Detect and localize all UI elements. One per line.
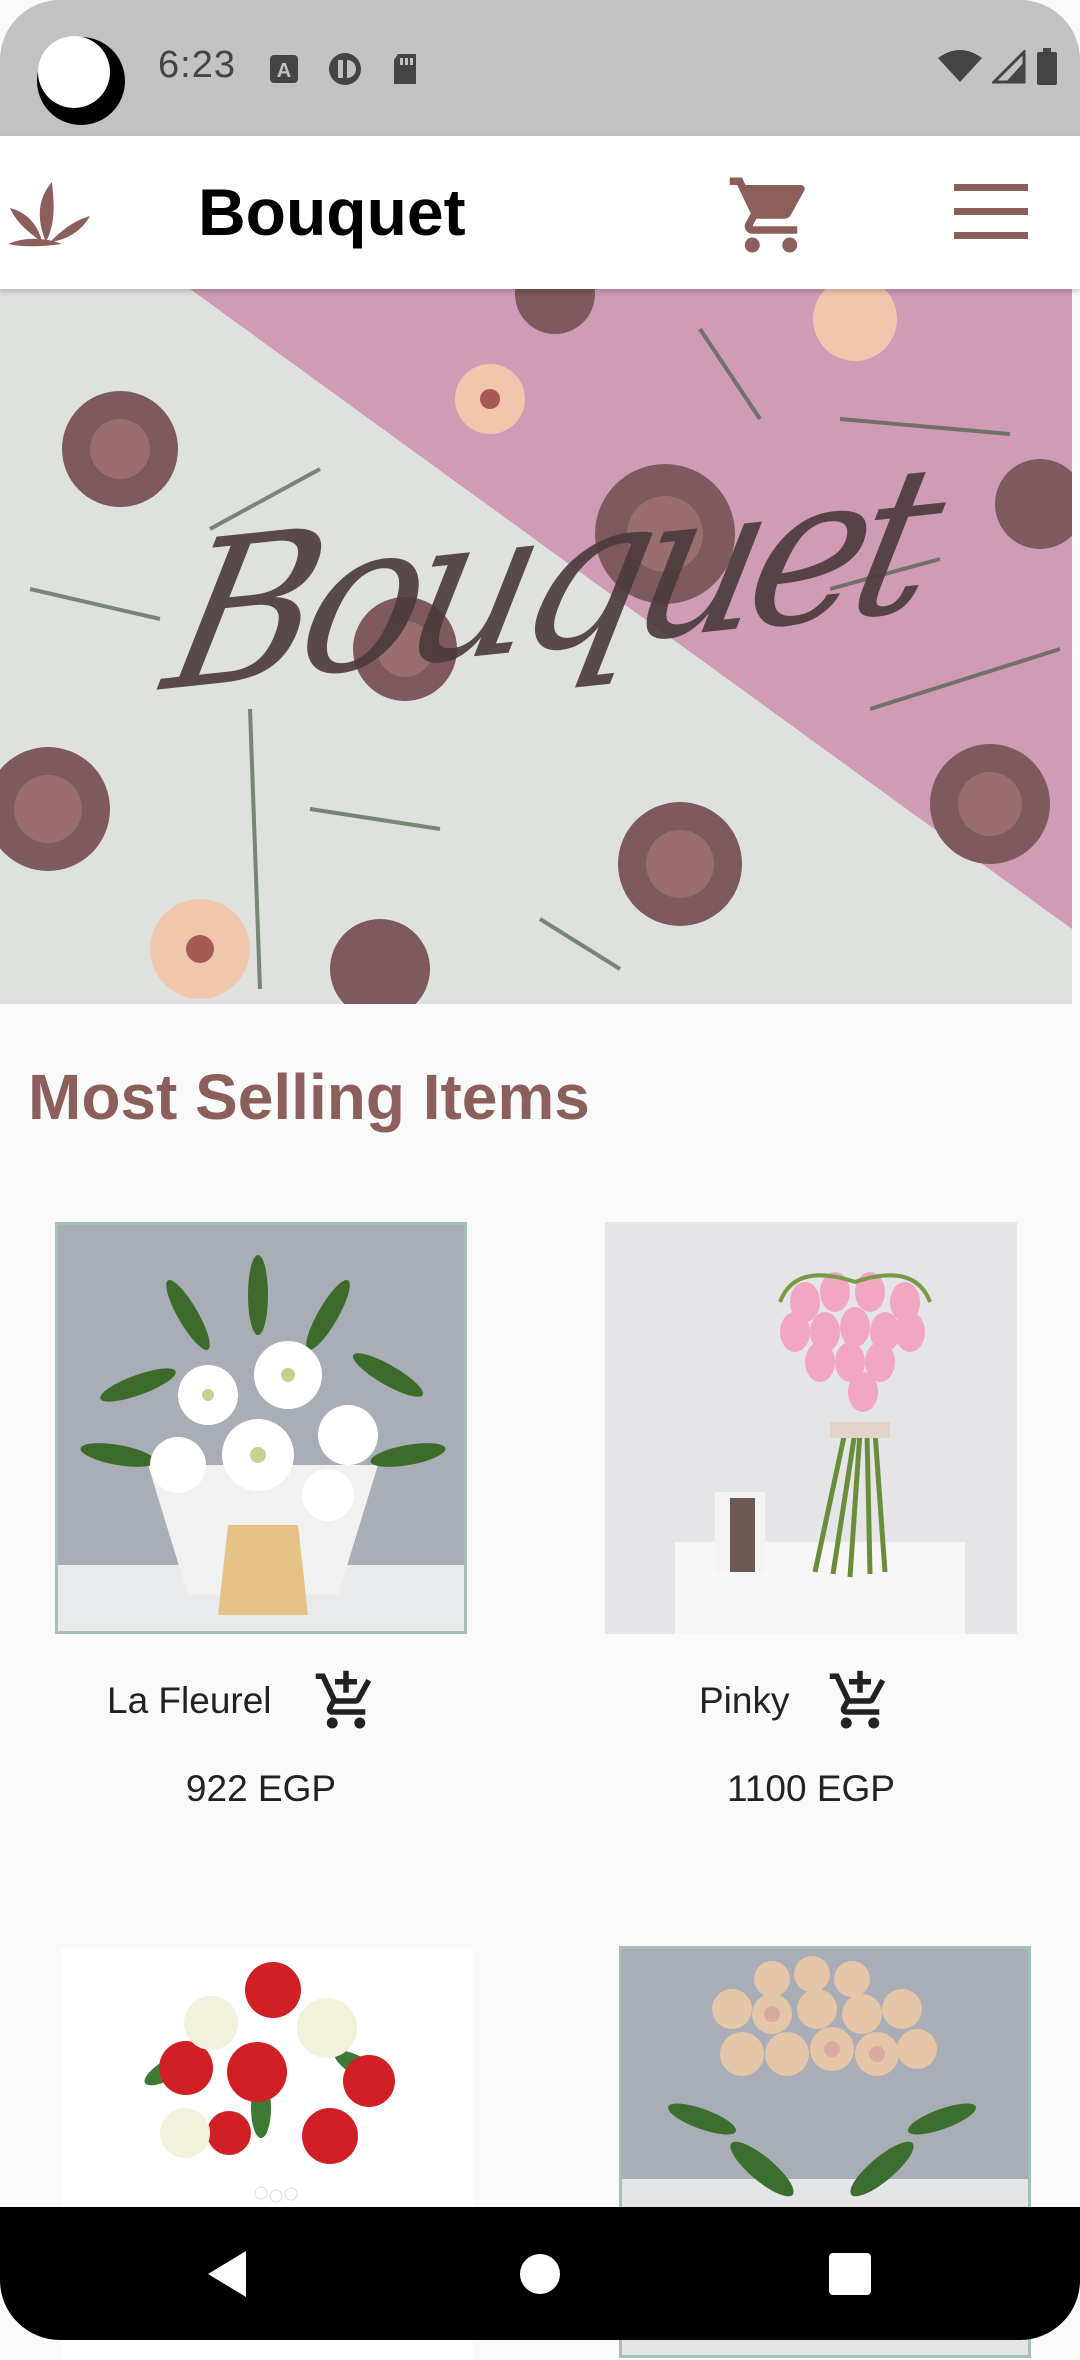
home-icon[interactable]	[501, 2235, 579, 2313]
product-image[interactable]	[55, 1222, 467, 1634]
system-status-icons	[938, 48, 1058, 86]
app-notification-icon	[329, 53, 361, 85]
svg-text:A: A	[277, 60, 291, 82]
product-name: Pinky	[699, 1680, 790, 1721]
add-shopping-cart-icon[interactable]	[827, 1668, 893, 1734]
battery-icon	[1037, 48, 1057, 85]
hamburger-menu-icon[interactable]	[950, 176, 1032, 248]
cell-signal-icon	[992, 50, 1026, 84]
product-price: 922 EGP	[185, 1768, 337, 1809]
app-bar: Bouquet	[0, 136, 1080, 289]
product-card[interactable]: La Fleurel 922 EGP	[55, 1222, 467, 1822]
product-name: La Fleurel	[107, 1680, 272, 1721]
wifi-icon	[938, 50, 982, 82]
system-nav-bar	[0, 2207, 1080, 2340]
status-bar: 6:23 A	[0, 0, 1080, 136]
section-title: Most Selling Items	[28, 1061, 590, 1133]
recents-icon[interactable]	[811, 2235, 889, 2313]
moon-icon	[37, 36, 125, 125]
add-shopping-cart-icon[interactable]	[313, 1668, 379, 1734]
product-card[interactable]	[619, 1946, 1031, 2358]
shopping-cart-icon[interactable]	[726, 170, 816, 260]
a-notification-icon: A	[270, 55, 298, 83]
product-image[interactable]	[605, 1222, 1017, 1634]
lotus-logo-icon	[8, 182, 90, 247]
sd-card-icon	[394, 54, 416, 84]
product-card[interactable]: Pinky 1100 EGP	[605, 1222, 1017, 1822]
product-price: 1100 EGP	[727, 1768, 895, 1809]
app-title: Bouquet	[198, 175, 466, 249]
status-time: 6:23	[158, 44, 236, 86]
hero-banner: Bouquet	[0, 289, 1072, 1004]
back-icon[interactable]	[186, 2235, 264, 2313]
product-card[interactable]	[61, 1948, 473, 2360]
